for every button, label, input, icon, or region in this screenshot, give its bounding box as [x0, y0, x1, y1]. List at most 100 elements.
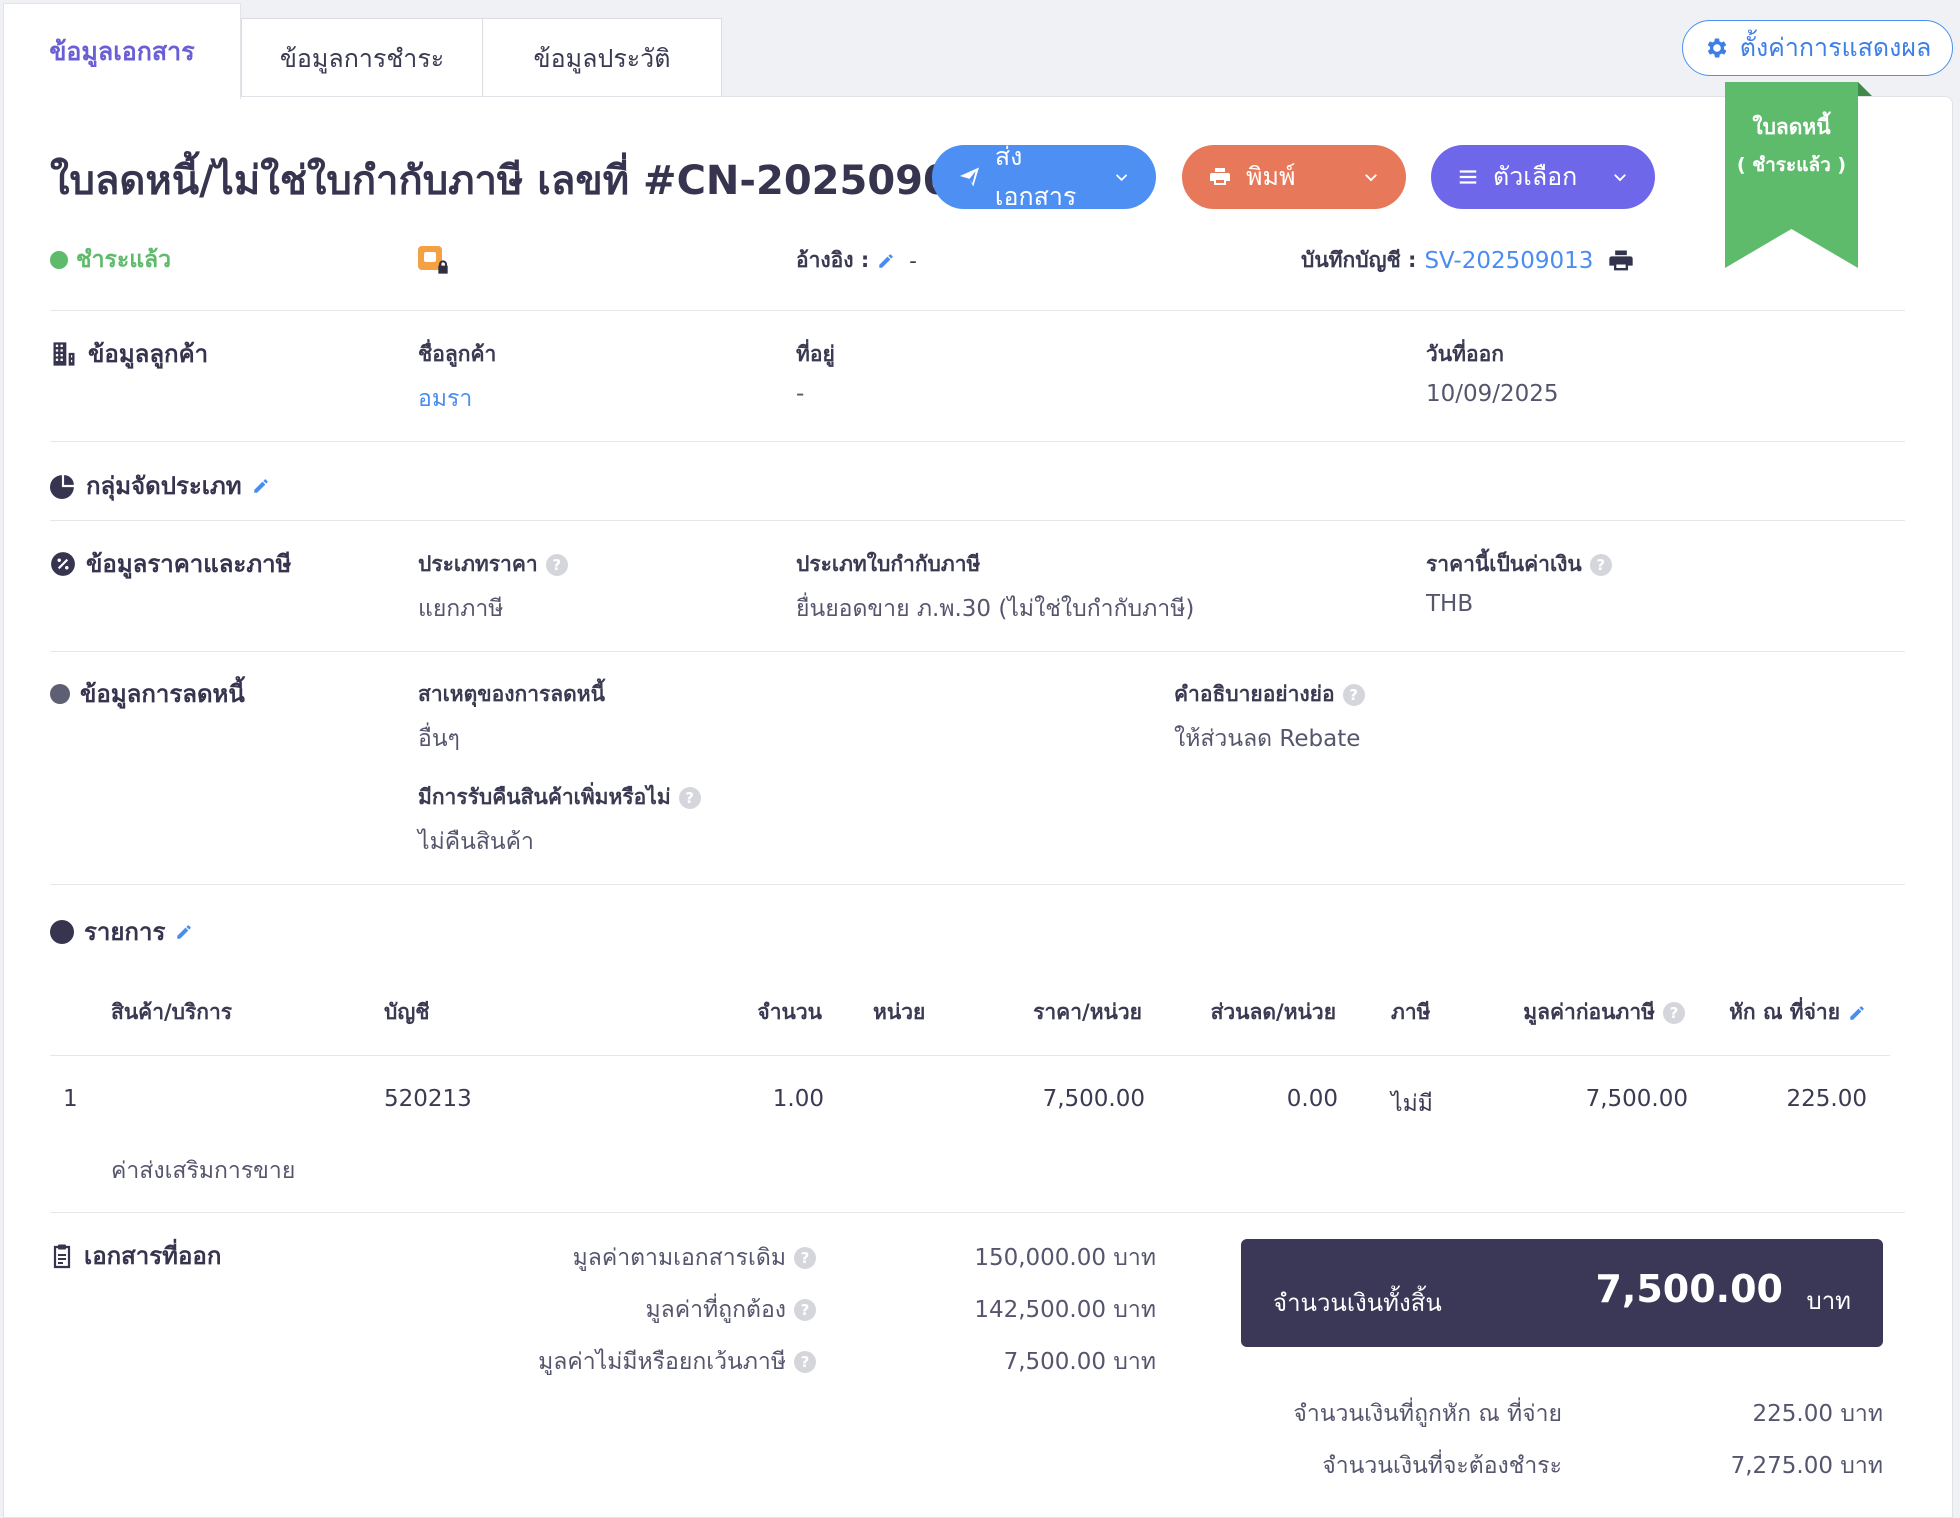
help-icon[interactable]: ?: [545, 553, 568, 576]
help-icon[interactable]: ?: [1663, 1001, 1685, 1024]
row-tax: ไม่มี: [1391, 1091, 1433, 1117]
paper-plane-icon: [959, 167, 979, 187]
withholding-amount-label: จำนวนเงินที่ถูกหัก ณ ที่จ่าย: [1293, 1401, 1562, 1427]
chevron-down-icon: [1614, 174, 1626, 182]
tab-label: ข้อมูลประวัติ: [533, 43, 671, 73]
withholding-header-text: หัก ณ ที่จ่าย: [1729, 1000, 1840, 1024]
row-withholding: 225.00: [1786, 1086, 1867, 1112]
table-header-divider: [50, 1055, 1890, 1056]
page-title-text: ใบลดหนี้/ไม่ใช่ใบกำกับภาษี เลขที่ #CN-20…: [50, 158, 1063, 204]
lock-icon: [438, 260, 448, 274]
status-dot: [50, 251, 68, 269]
exempt-value: 7,500.00 บาท: [1003, 1349, 1156, 1375]
percent-badge-icon: [51, 551, 75, 576]
category-heading-text: กลุ่มจัดประเภท: [86, 472, 242, 500]
column-header-withholding: หัก ณ ที่จ่าย: [1703, 996, 1866, 1029]
send-label: ส่งเอกสาร: [994, 142, 1077, 211]
credit-section-heading: ข้อมูลการลดหนี้: [50, 674, 245, 713]
print-button[interactable]: พิมพ์: [1182, 145, 1406, 209]
divider: [50, 1212, 1905, 1213]
credit-description-label: คำอธิบายอย่างย่อ ?: [1174, 678, 1365, 711]
help-icon[interactable]: ?: [794, 1299, 816, 1321]
currency-label-text: ราคานี้เป็นค่าเงิน: [1426, 552, 1582, 576]
help-icon[interactable]: ?: [1589, 553, 1612, 576]
menu-icon: [1459, 170, 1477, 184]
issue-date-value: 10/09/2025: [1426, 381, 1559, 407]
items-heading-text: รายการ: [84, 918, 166, 946]
issued-docs-heading: เอกสารที่ออก: [50, 1236, 221, 1275]
issue-date-label: วันที่ออก: [1426, 342, 1504, 366]
currency-label: ราคานี้เป็นค่าเงิน ?: [1426, 548, 1612, 581]
send-document-button[interactable]: ส่งเอกสาร: [932, 142, 1156, 211]
pencil-icon[interactable]: [877, 252, 895, 270]
return-goods-label: มีการรับคืนสินค้าเพิ่มหรือไม่ ?: [418, 781, 701, 814]
divider: [50, 651, 1905, 652]
pricing-section-heading: ข้อมูลราคาและภาษี: [50, 544, 291, 583]
credit-description-value: ให้ส่วนลด Rebate: [1174, 726, 1361, 752]
pricing-heading-text: ข้อมูลราคาและภาษี: [86, 550, 292, 578]
address-value: -: [796, 381, 805, 407]
pencil-icon[interactable]: [252, 477, 270, 495]
locked-document-icon[interactable]: [418, 246, 452, 276]
pencil-icon[interactable]: [1848, 1004, 1866, 1022]
column-header-product: สินค้า/บริการ: [111, 1000, 233, 1024]
column-header-unit: หน่วย: [873, 1000, 926, 1024]
help-icon[interactable]: ?: [1342, 683, 1365, 706]
tab-payment-info[interactable]: ข้อมูลการชำระ: [241, 18, 483, 98]
tax-invoice-type-value: ยื่นยอดขาย ภ.พ.30 (ไม่ใช่ใบกำกับภาษี): [796, 596, 1195, 622]
correct-value-label-text: มูลค่าที่ถูกต้อง: [645, 1297, 786, 1323]
column-header-unit-price: ราคา/หน่วย: [1033, 1000, 1142, 1024]
pencil-icon[interactable]: [175, 923, 193, 941]
currency-value: THB: [1426, 591, 1474, 617]
original-value-label: มูลค่าตามเอกสารเดิม ?: [420, 1240, 816, 1276]
tax-invoice-type-label: ประเภทใบกำกับภาษี: [796, 552, 981, 576]
customer-name-link[interactable]: อมรา: [418, 381, 472, 417]
divider: [50, 520, 1905, 521]
help-icon[interactable]: ?: [794, 1351, 816, 1373]
help-icon[interactable]: ?: [678, 786, 701, 809]
grand-total-label: จำนวนเงินทั้งสิ้น: [1273, 1289, 1442, 1317]
journal-field: บันทึกบัญชี : SV-202509013: [1301, 244, 1635, 277]
tab-label: ข้อมูลการชำระ: [279, 43, 445, 73]
gear-icon: [1707, 38, 1727, 58]
price-type-label-text: ประเภทราคา: [418, 552, 538, 576]
price-type-value: แยกภาษี: [418, 596, 504, 622]
row-number: 1: [63, 1086, 78, 1112]
chevron-down-icon: [1365, 174, 1377, 182]
grand-total-box: จำนวนเงินทั้งสิ้น 7,500.00 บาท: [1241, 1239, 1883, 1347]
items-section-heading: รายการ: [50, 912, 193, 951]
return-goods-label-text: มีการรับคืนสินค้าเพิ่มหรือไม่: [418, 785, 671, 809]
journal-link[interactable]: SV-202509013: [1424, 248, 1593, 274]
withholding-amount-value: 225.00 บาท: [1752, 1401, 1883, 1427]
divider: [50, 441, 1905, 442]
building-icon: [53, 341, 75, 366]
payable-amount-value: 7,275.00 บาท: [1730, 1453, 1883, 1479]
row-description: ค่าส่งเสริมการขาย: [111, 1158, 296, 1184]
customer-section-heading: ข้อมูลลูกค้า: [50, 334, 208, 373]
grand-total-currency: บาท: [1806, 1287, 1851, 1315]
column-header-pretax-value: มูลค่าก่อนภาษี ?: [1490, 996, 1685, 1029]
display-settings-button[interactable]: ตั้งค่าการแสดงผล: [1682, 20, 1953, 76]
row-account: 520213: [384, 1086, 472, 1112]
reference-value: -: [909, 248, 917, 273]
options-button[interactable]: ตัวเลือก: [1431, 145, 1655, 209]
display-settings-label: ตั้งค่าการแสดงผล: [1739, 33, 1932, 62]
printer-icon[interactable]: [1607, 247, 1635, 275]
credit-reason-value: อื่นๆ: [418, 726, 460, 752]
chevron-down-icon: [1115, 174, 1128, 182]
column-header-account: บัญชี: [384, 1000, 430, 1024]
pretax-header-text: มูลค่าก่อนภาษี: [1523, 1000, 1655, 1024]
tab-label: ข้อมูลเอกสาร: [49, 36, 195, 66]
divider: [50, 310, 1905, 311]
divider: [50, 884, 1905, 885]
ribbon-title: ใบลดหนี้: [1752, 115, 1831, 139]
status-badge: ชำระแล้ว: [50, 242, 171, 278]
category-section-heading: กลุ่มจัดประเภท: [50, 466, 270, 505]
tab-history-info[interactable]: ข้อมูลประวัติ: [482, 18, 722, 98]
exempt-value-label: มูลค่าไม่มีหรือยกเว้นภาษี ?: [420, 1344, 816, 1380]
journal-label: บันทึกบัญชี :: [1301, 248, 1417, 272]
help-icon[interactable]: ?: [794, 1247, 816, 1269]
grand-total-value: 7,500.00: [1595, 1267, 1783, 1311]
tab-document-info[interactable]: ข้อมูลเอกสาร: [3, 3, 241, 99]
row-quantity: 1.00: [772, 1086, 824, 1112]
